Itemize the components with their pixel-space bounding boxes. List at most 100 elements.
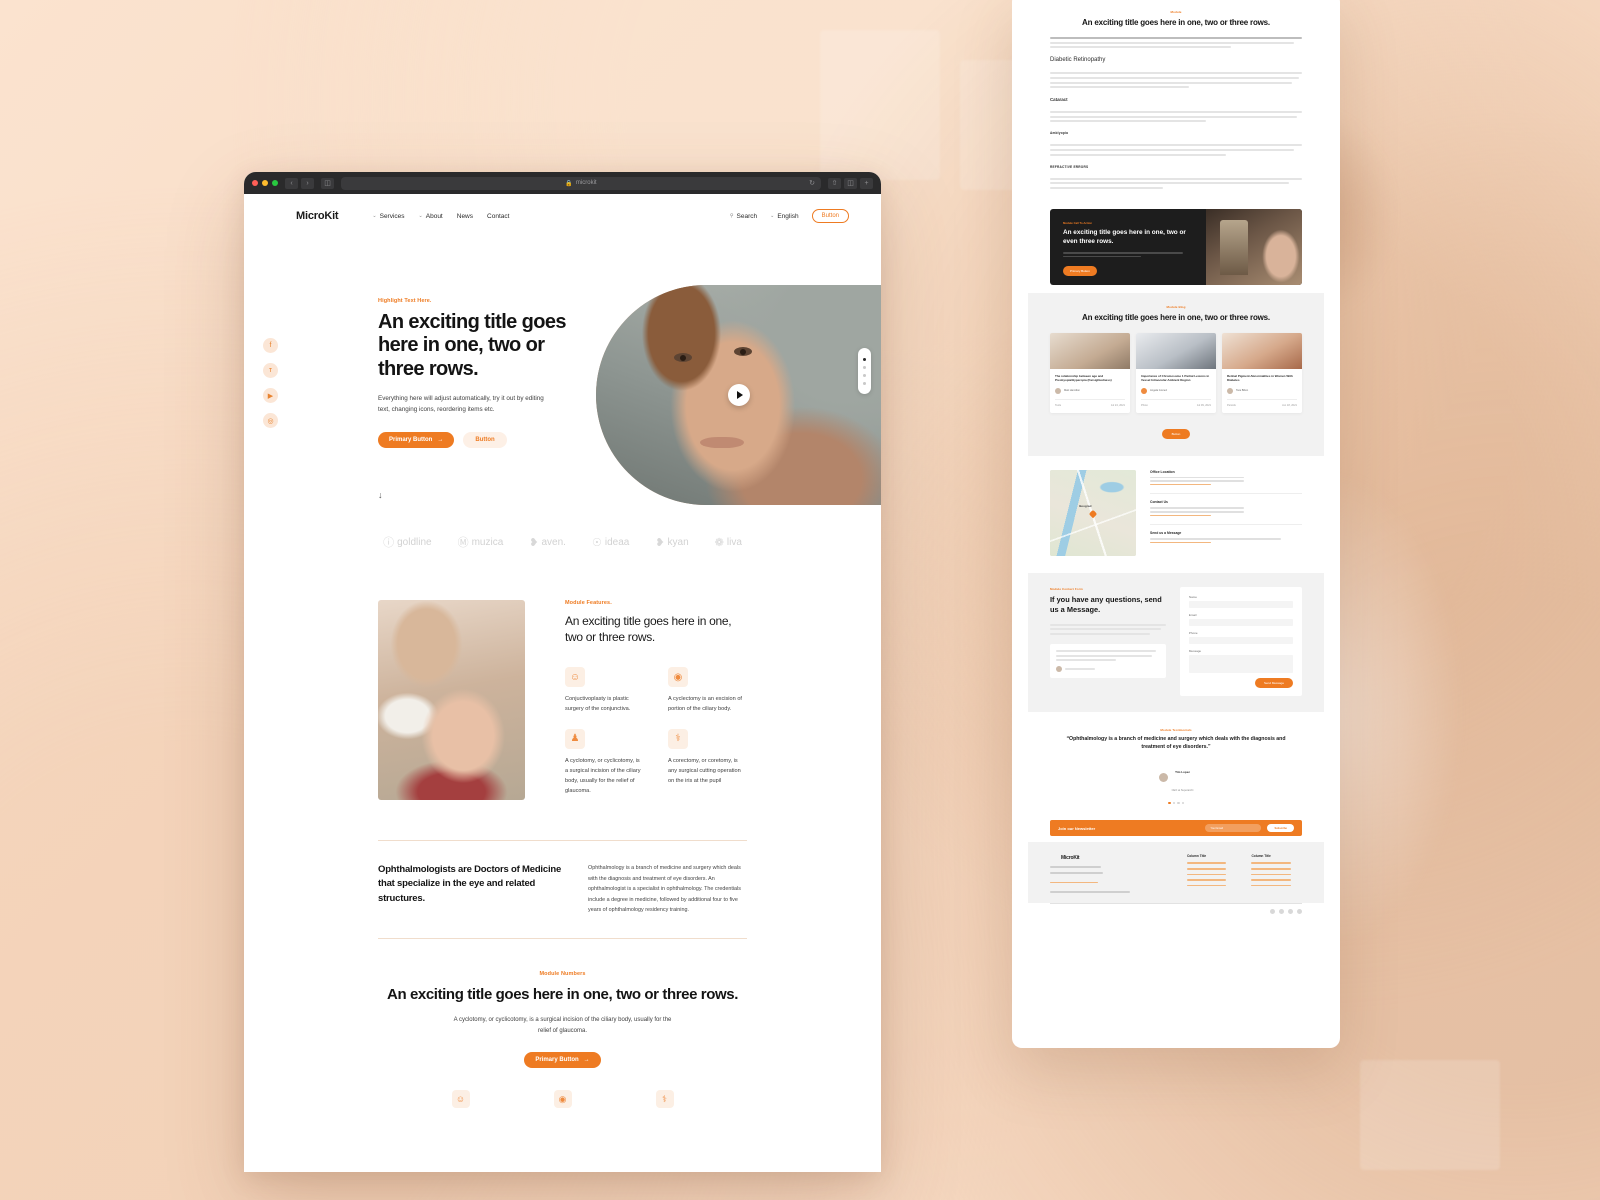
hero-primary-button[interactable]: Primary Button → xyxy=(378,432,455,449)
send-message-block: Send us a Message xyxy=(1150,531,1302,551)
article-heading: Cataract xyxy=(1050,97,1068,103)
newsletter-email-input[interactable]: Your Email xyxy=(1205,824,1262,833)
hero-secondary-button[interactable]: Button xyxy=(463,432,507,449)
twitter-icon[interactable] xyxy=(1279,908,1284,914)
nav-item-news[interactable]: News xyxy=(457,213,473,220)
logo-muzica: Ⓜ muzica xyxy=(458,534,504,550)
footer-columns: Column Title Column Title xyxy=(1186,854,1302,892)
nav-item-contact[interactable]: Contact xyxy=(487,213,509,220)
submit-button[interactable]: Send Message xyxy=(1254,678,1293,689)
cta-content: Module Call To Action An exciting title … xyxy=(1050,209,1206,285)
pager-dot[interactable] xyxy=(1181,801,1184,805)
browser-right-buttons[interactable]: ⇧ ◫ + xyxy=(828,177,873,189)
logo-label: ideaa xyxy=(604,536,630,548)
blog-card-body: The relationship between age and Presbyo… xyxy=(1050,369,1130,413)
share-icon[interactable]: ⇧ xyxy=(828,177,841,189)
blog-card-meta: Photo Jul 09, 2021 xyxy=(1141,398,1211,407)
back-icon[interactable]: ‹ xyxy=(285,177,298,189)
name-input[interactable] xyxy=(1188,601,1293,609)
phone-input[interactable] xyxy=(1188,637,1293,645)
nav-search[interactable]: ⚲ Search xyxy=(730,213,757,220)
maximize-icon[interactable] xyxy=(272,180,278,186)
blog-card-image xyxy=(1050,332,1130,369)
feature-text: Conjuctivoplasty is plastic surgery of t… xyxy=(565,696,631,713)
blog-card-image xyxy=(1136,332,1216,369)
numbers-button[interactable]: Primary Button → xyxy=(524,1052,601,1069)
article-eyebrow: Module xyxy=(1170,10,1182,14)
url-text: microkit xyxy=(575,180,597,186)
blog-card-body: Retinal Pigment Abnormalities in Women W… xyxy=(1222,369,1302,413)
slider-dots[interactable] xyxy=(858,348,871,394)
youtube-icon[interactable]: ▶ xyxy=(263,388,278,403)
nav-item-services[interactable]: ⌄ Services xyxy=(372,213,404,220)
facebook-icon[interactable] xyxy=(1270,908,1275,914)
search-label: Search xyxy=(736,212,758,220)
nav-language[interactable]: ⌄ English xyxy=(770,213,799,220)
footer-column-title: Column Title xyxy=(1186,854,1207,859)
ophthalmologists-section: Ophthalmologists are Doctors of Medicine… xyxy=(378,840,747,939)
numbers-button-label: Primary Button xyxy=(535,1057,579,1064)
nav-button[interactable]: Button xyxy=(811,209,849,223)
youtube-icon[interactable] xyxy=(1288,908,1293,914)
newsletter-subscribe-button[interactable]: Subscribe xyxy=(1267,824,1294,833)
blog-card-image xyxy=(1222,332,1302,369)
pager-dot[interactable] xyxy=(1172,801,1175,805)
pager-dot[interactable] xyxy=(1168,801,1171,805)
traffic-lights[interactable] xyxy=(252,180,278,186)
blog-card-date: Jul 24, 2021 xyxy=(1110,403,1125,407)
blog-card[interactable]: Importance of Chromosome 1 Partial Lesio… xyxy=(1136,332,1216,413)
facebook-icon[interactable]: f xyxy=(263,338,278,353)
slider-dot[interactable] xyxy=(863,373,866,377)
minimize-icon[interactable] xyxy=(262,180,268,186)
avatar xyxy=(1141,387,1147,394)
forward-icon[interactable]: › xyxy=(301,177,314,189)
twitter-icon[interactable]: ᴛ xyxy=(263,363,278,378)
cta-photo xyxy=(1206,209,1302,286)
preview-cta-section: Module Call To Action An exciting title … xyxy=(1050,209,1302,286)
reload-icon[interactable]: ↻ xyxy=(809,179,815,187)
preview-page: Module An exciting title goes here in on… xyxy=(1028,0,1324,922)
instagram-icon[interactable]: ◎ xyxy=(263,413,278,428)
lips xyxy=(700,437,744,448)
play-icon[interactable] xyxy=(727,384,750,406)
cta-button[interactable]: Primary Button xyxy=(1063,266,1097,277)
testimonial-pager[interactable] xyxy=(1062,801,1290,805)
nav-right: ⚲ Search ⌄ English Button xyxy=(730,209,849,223)
tabs-icon[interactable]: ◫ xyxy=(844,177,857,189)
brand-name: MicroKit xyxy=(296,210,339,222)
close-icon[interactable] xyxy=(252,180,258,186)
scroll-down-icon[interactable]: ↓ xyxy=(378,490,383,500)
ophthalmologists-body: Ophthalmology is a branch of medicine an… xyxy=(588,865,741,914)
slider-dot[interactable] xyxy=(863,357,866,361)
logo-label: aven. xyxy=(541,536,566,548)
url-bar[interactable]: 🔒 microkit ↻ xyxy=(341,176,821,190)
numbers-title: An exciting title goes here in one, two … xyxy=(387,985,738,1003)
new-tab-icon[interactable]: + xyxy=(860,177,873,189)
footer-logo[interactable]: MicroKit xyxy=(1050,854,1171,862)
eye-left xyxy=(674,353,692,362)
message-textarea[interactable] xyxy=(1188,655,1293,674)
browser-nav-buttons[interactable]: ‹ › xyxy=(285,177,314,189)
site-viewport: MicroKit ⌄ Services ⌄ About News Contact xyxy=(244,194,881,1172)
feature-text: A corectomy, or coretomy, is any surgica… xyxy=(668,757,741,784)
blog-card[interactable]: Retinal Pigment Abnormalities in Women W… xyxy=(1222,332,1302,413)
slider-dot[interactable] xyxy=(863,365,866,369)
pager-dot[interactable] xyxy=(1177,801,1180,805)
instagram-icon[interactable] xyxy=(1297,908,1302,914)
email-input[interactable] xyxy=(1188,619,1293,627)
field-label-name: Name xyxy=(1188,595,1197,600)
blog-card-category: Periods xyxy=(1227,403,1236,407)
face-smile-icon: ☺ xyxy=(451,1090,470,1109)
logo-label: liva xyxy=(726,536,742,548)
sidebar-toggle-icon[interactable]: ◫ xyxy=(321,177,334,189)
footer-social-row xyxy=(1050,902,1302,922)
nav-item-about[interactable]: ⌄ About xyxy=(419,213,443,220)
number-item: ◉ xyxy=(553,1090,572,1109)
blog-button[interactable]: Button xyxy=(1161,428,1191,439)
slider-dot[interactable] xyxy=(863,381,866,385)
map-image[interactable]: Beograd xyxy=(1050,469,1136,556)
brand-logo[interactable]: MicroKit xyxy=(276,209,339,224)
feature-text: A cyclotomy, or cyclicotomy, is a surgic… xyxy=(565,757,641,794)
blog-card[interactable]: The relationship between age and Presbyo… xyxy=(1050,332,1130,413)
hero-eyebrow: Highlight Text Here. xyxy=(378,298,432,304)
